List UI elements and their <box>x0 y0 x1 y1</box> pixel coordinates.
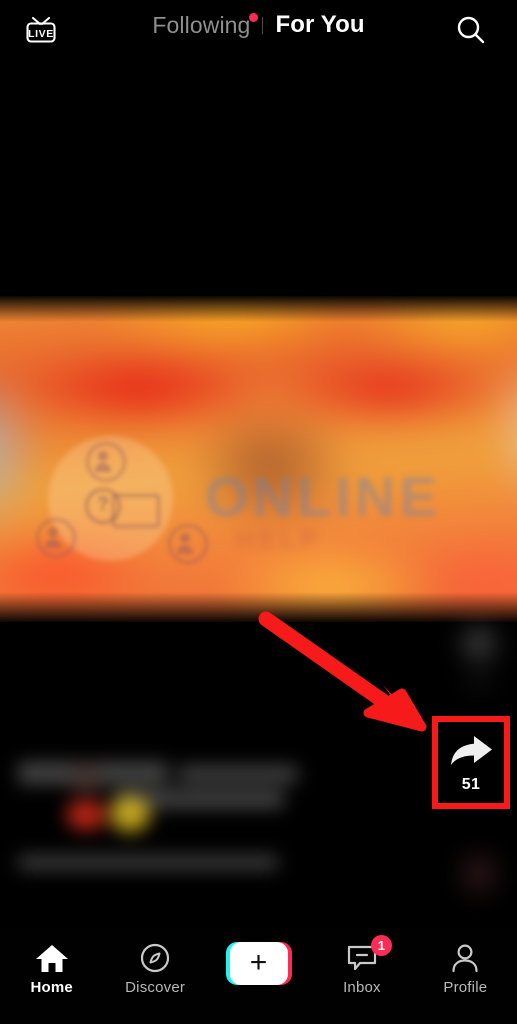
nav-label-home: Home <box>30 979 73 996</box>
bottom-navigation-bar: Home Discover + 1 Inbox Profile <box>0 928 517 1024</box>
nav-label-discover: Discover <box>125 979 186 996</box>
share-arrow-icon <box>451 735 492 765</box>
comment-action-obscured[interactable] <box>448 612 510 704</box>
video-caption-obscured[interactable] <box>18 760 308 895</box>
caption-emoji-red <box>66 800 106 830</box>
nav-item-create[interactable]: + <box>207 928 310 1024</box>
caption-emoji-dark <box>70 766 102 792</box>
nav-label-profile: Profile <box>443 979 488 996</box>
nav-label-inbox: Inbox <box>343 979 381 996</box>
tab-following-label: Following <box>152 11 251 38</box>
compass-icon <box>141 943 170 973</box>
profile-icon-wrap <box>449 942 481 974</box>
video-player[interactable]: ? ONLINE HELP <box>0 296 517 622</box>
tiktok-app-screen: ? ONLINE HELP LIVE Following For You <box>0 0 517 1024</box>
music-disc-obscured[interactable] <box>448 826 510 926</box>
caption-line-music <box>18 856 278 869</box>
nav-item-discover[interactable]: Discover <box>103 928 206 1024</box>
feed-tabs: Following For You <box>0 11 517 39</box>
tab-for-you[interactable]: For You <box>272 11 367 39</box>
nav-item-profile[interactable]: Profile <box>414 928 517 1024</box>
caption-line-1b <box>178 766 298 782</box>
share-button-highlight-box: 51 <box>432 716 510 809</box>
tab-separator <box>262 16 264 34</box>
create-button[interactable]: + <box>225 942 292 985</box>
tab-for-you-label: For You <box>275 11 365 38</box>
inbox-unread-badge: 1 <box>370 935 392 956</box>
top-bar: LIVE Following For You <box>0 0 517 58</box>
caption-emoji-yellow <box>110 796 150 832</box>
share-count-label: 51 <box>461 775 481 793</box>
compass-icon-wrap <box>139 942 171 974</box>
nav-item-inbox[interactable]: 1 Inbox <box>310 928 413 1024</box>
inbox-icon-wrap: 1 <box>345 935 392 974</box>
video-edge-vignette <box>0 296 517 622</box>
share-button[interactable]: 51 <box>438 722 504 803</box>
home-icon <box>35 944 68 972</box>
tab-following[interactable]: Following <box>149 11 259 39</box>
following-notification-dot <box>249 12 259 22</box>
annotation-arrow-icon <box>258 611 427 732</box>
plus-icon: + <box>249 945 268 979</box>
nav-item-home[interactable]: Home <box>0 928 103 1024</box>
home-icon-wrap <box>35 942 69 974</box>
search-button[interactable] <box>451 10 491 50</box>
search-icon <box>457 16 485 44</box>
person-icon <box>452 944 478 973</box>
